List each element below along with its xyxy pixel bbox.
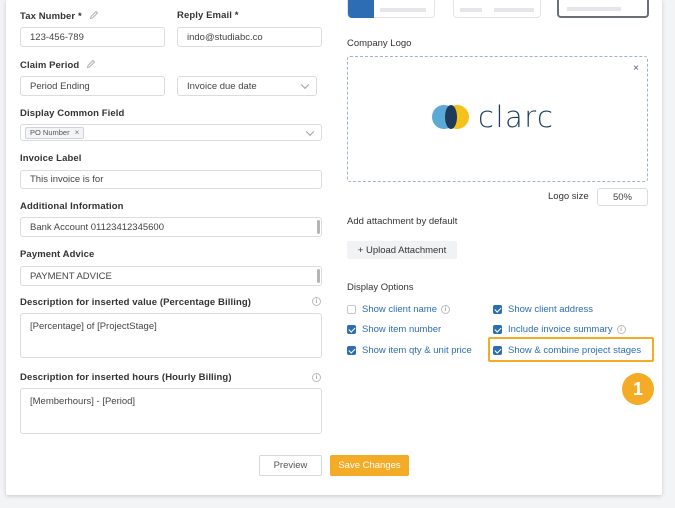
tax-number-value: 123-456-789	[30, 31, 84, 43]
po-number-tag-label: PO Number	[30, 128, 70, 137]
chevron-down-icon	[300, 80, 310, 90]
option-show-item-number[interactable]: Show item number	[347, 324, 441, 335]
checkbox-checked[interactable]	[493, 325, 502, 334]
desc-value-value: [Percentage] of [ProjectStage]	[30, 321, 157, 332]
pencil-icon[interactable]	[89, 10, 99, 20]
tag-remove-icon[interactable]: ×	[75, 128, 80, 137]
option-label: Show item number	[362, 324, 442, 335]
callout-highlight-box	[488, 337, 654, 362]
tax-number-input[interactable]: 123-456-789	[20, 27, 165, 47]
info-icon[interactable]: i	[616, 325, 626, 334]
clarc-logo-mark-icon	[432, 105, 469, 129]
checkbox-checked[interactable]	[493, 305, 502, 314]
preview-button[interactable]: Preview	[259, 455, 322, 476]
payment-advice-value: PAYMENT ADVICE	[30, 270, 112, 282]
template-thumbnail-1[interactable]	[347, 0, 435, 18]
tax-number-label: Tax Number *	[20, 10, 99, 22]
option-label: Show item qty & unit price	[362, 345, 472, 356]
additional-information-label: Additional Information	[20, 201, 124, 212]
pencil-icon[interactable]	[86, 59, 96, 69]
invoice-label-input[interactable]: This invoice is for	[20, 170, 322, 189]
checkbox-checked[interactable]	[347, 325, 356, 334]
info-icon[interactable]: i	[440, 305, 450, 314]
invoice-label-label: Invoice Label	[20, 153, 82, 164]
display-common-field-select[interactable]: PO Number ×	[20, 124, 322, 141]
clarc-logo-text: clarc	[478, 100, 555, 134]
additional-information-value: Bank Account 01123412345600	[30, 221, 164, 233]
additional-information-textarea[interactable]: Bank Account 01123412345600	[20, 217, 322, 237]
company-logo: clarc	[432, 100, 555, 134]
invoice-label-value: This invoice is for	[30, 174, 104, 185]
option-show-item-qty[interactable]: Show item qty & unit price	[347, 345, 472, 356]
desc-hours-value: [Memberhours] - [Period]	[30, 396, 136, 407]
desc-hours-textarea[interactable]: [Memberhours] - [Period]	[20, 388, 322, 434]
option-label: Show client address	[508, 304, 594, 315]
company-logo-label: Company Logo	[347, 38, 412, 49]
payment-advice-textarea[interactable]: PAYMENT ADVICE	[20, 266, 322, 286]
desc-value-label: Description for inserted value (Percenta…	[20, 297, 252, 308]
scrollbar-thumb[interactable]	[317, 269, 320, 283]
scrollbar-thumb[interactable]	[317, 220, 320, 234]
logo-size-label: Logo size	[548, 191, 589, 202]
desc-value-textarea[interactable]: [Percentage] of [ProjectStage]	[20, 313, 322, 358]
callout-badge: 1	[622, 373, 654, 405]
option-show-client-address[interactable]: Show client address	[493, 304, 593, 315]
checkbox-checked[interactable]	[347, 346, 356, 355]
attachment-label: Add attachment by default	[347, 216, 458, 227]
reply-email-label: Reply Email *	[177, 10, 239, 21]
claim-period-select-value: Invoice due date	[187, 80, 257, 92]
claim-period-input[interactable]: Period Ending	[20, 76, 165, 96]
template-thumbnail-3[interactable]	[557, 0, 649, 18]
checkbox-unchecked[interactable]	[347, 305, 356, 314]
display-options-label: Display Options	[347, 282, 414, 293]
save-changes-button[interactable]: Save Changes	[330, 455, 409, 476]
option-label: Include invoice summary	[508, 324, 613, 335]
claim-period-select[interactable]: Invoice due date	[177, 76, 317, 96]
payment-advice-label: Payment Advice	[20, 249, 95, 260]
close-icon[interactable]: ×	[633, 63, 639, 74]
upload-attachment-button[interactable]: + Upload Attachment	[347, 241, 457, 259]
info-icon[interactable]: i	[312, 297, 321, 306]
info-icon[interactable]: i	[312, 373, 321, 382]
reply-email-input[interactable]: indo@studiabc.co	[177, 27, 322, 47]
company-logo-dropzone[interactable]: × clarc	[347, 56, 648, 182]
option-show-client-name[interactable]: Show client name i	[347, 304, 450, 315]
display-common-field-label: Display Common Field	[20, 108, 125, 119]
desc-hours-label: Description for inserted hours (Hourly B…	[20, 372, 232, 383]
option-label: Show client name	[362, 304, 437, 315]
claim-period-value: Period Ending	[30, 80, 90, 92]
logo-size-input[interactable]: 50%	[597, 188, 648, 206]
po-number-tag: PO Number ×	[25, 126, 85, 139]
chevron-down-icon	[305, 127, 315, 136]
option-include-invoice-summary[interactable]: Include invoice summary i	[493, 324, 626, 335]
reply-email-value: indo@studiabc.co	[187, 31, 263, 43]
claim-period-label: Claim Period	[20, 59, 96, 71]
logo-size-value: 50%	[612, 191, 632, 203]
template-thumbnail-2[interactable]	[453, 0, 541, 18]
